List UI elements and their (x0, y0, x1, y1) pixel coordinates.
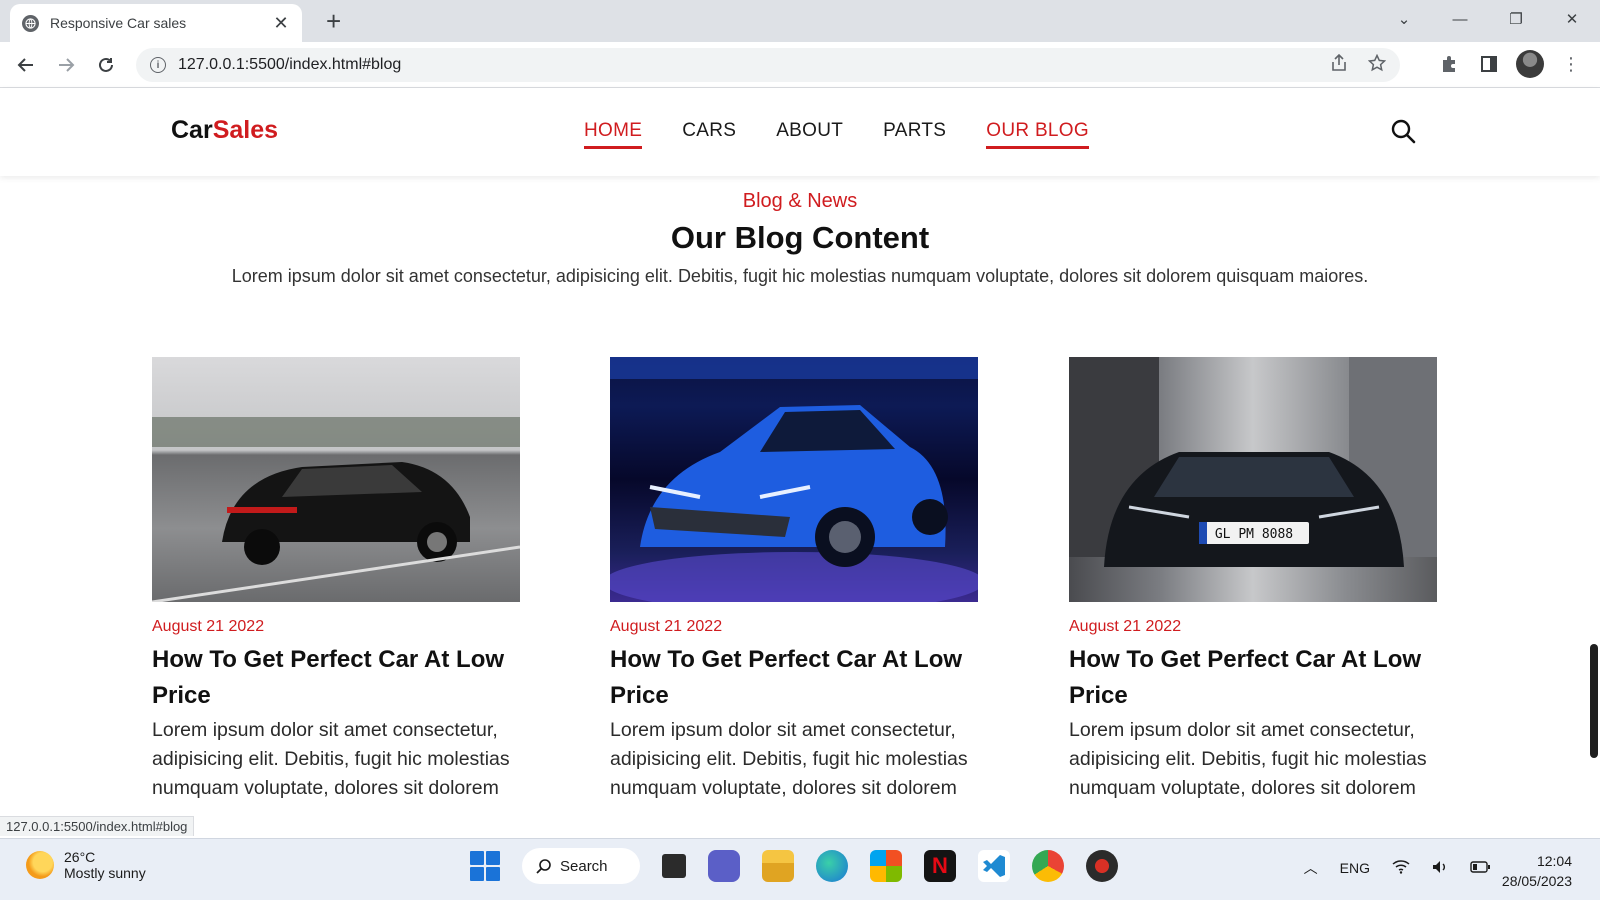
netflix-icon[interactable]: N (924, 850, 956, 882)
recording-app-icon[interactable] (1086, 850, 1118, 882)
browser-toolbar: i 127.0.0.1:5500/index.html#blog ⋮ (0, 42, 1600, 88)
logo-text-sales: Sales (212, 116, 279, 144)
section-intro: Lorem ipsum dolor sit amet consectetur, … (231, 266, 1369, 286)
new-tab-button[interactable]: + (326, 7, 341, 35)
site-header: CarSales HOME CARS ABOUT PARTS OUR BLOG (0, 88, 1600, 176)
forward-button[interactable] (52, 51, 80, 79)
blog-card[interactable]: August 21 2022 How To Get Perfect Car At… (152, 357, 520, 803)
globe-icon (22, 14, 39, 32)
post-title[interactable]: How To Get Perfect Car At Low Price (610, 642, 978, 714)
logo-text-car: Car (171, 116, 213, 144)
side-panel-icon[interactable] (1476, 51, 1502, 77)
forward-arrow-icon (59, 58, 75, 72)
blog-image-black-sedan (152, 357, 520, 602)
show-hidden-icons-chevron-icon[interactable]: ︿ (1304, 858, 1318, 878)
taskbar-search[interactable]: Search (522, 848, 640, 884)
close-tab-icon[interactable]: ✕ (272, 13, 290, 34)
close-window-button[interactable]: ✕ (1544, 10, 1600, 28)
taskbar-apps: Search N (470, 848, 1118, 884)
tab-search-icon[interactable]: ⌄ (1376, 10, 1432, 28)
search-icon (1391, 119, 1416, 144)
nav-our-blog[interactable]: OUR BLOG (986, 120, 1089, 149)
url-text: 127.0.0.1:5500/index.html#blog (178, 56, 402, 73)
edge-browser-icon[interactable] (816, 850, 848, 882)
sun-icon (26, 851, 54, 879)
profile-avatar[interactable] (1516, 50, 1544, 78)
blog-image-blue-car (610, 357, 978, 602)
vscode-icon[interactable] (978, 850, 1010, 882)
nav-cars[interactable]: CARS (682, 120, 736, 149)
site-info-icon[interactable]: i (150, 57, 166, 73)
volume-icon[interactable] (1432, 860, 1448, 877)
taskbar: 26°C Mostly sunny Search N ︿ ENG 12:04 2… (0, 838, 1600, 900)
share-icon[interactable] (1330, 53, 1348, 77)
post-excerpt: Lorem ipsum dolor sit amet consectetur, … (610, 719, 968, 799)
battery-icon[interactable] (1470, 860, 1490, 876)
reload-icon (99, 57, 113, 72)
clock-date: 28/05/2023 (1501, 873, 1572, 889)
window-controls: ⌄ — ❐ ✕ (1376, 0, 1600, 38)
main-nav: HOME CARS ABOUT PARTS OUR BLOG (584, 120, 1089, 149)
tab-title: Responsive Car sales (50, 15, 187, 31)
back-button[interactable] (12, 51, 40, 79)
blog-section: Blog & News Our Blog Content Lorem ipsum… (0, 176, 1600, 838)
file-explorer-icon[interactable] (762, 850, 794, 882)
clock-time: 12:04 (1536, 853, 1572, 869)
nav-about[interactable]: ABOUT (776, 120, 843, 149)
post-date: August 21 2022 (152, 618, 265, 635)
nav-home[interactable]: HOME (584, 120, 643, 149)
microsoft-store-icon[interactable] (870, 850, 902, 882)
blog-card[interactable]: GL PM 8088 August 21 2022 How To Get Per… (1069, 357, 1437, 803)
wifi-icon[interactable] (1392, 859, 1410, 877)
section-heading: Our Blog Content (670, 220, 930, 255)
more-menu-icon[interactable]: ⋮ (1558, 51, 1584, 77)
post-date: August 21 2022 (610, 618, 723, 635)
weather-description: Mostly sunny (64, 865, 146, 881)
reload-button[interactable] (92, 51, 120, 79)
input-language[interactable]: ENG (1340, 860, 1370, 876)
extensions-puzzle-icon[interactable] (1436, 51, 1462, 77)
blog-card[interactable]: August 21 2022 How To Get Perfect Car At… (610, 357, 978, 803)
post-excerpt: Lorem ipsum dolor sit amet consectetur, … (1069, 719, 1427, 799)
address-bar[interactable]: i 127.0.0.1:5500/index.html#blog (136, 48, 1400, 82)
post-excerpt: Lorem ipsum dolor sit amet consectetur, … (152, 719, 510, 799)
chrome-icon[interactable] (1032, 850, 1064, 882)
system-tray: ︿ ENG (1304, 858, 1490, 878)
browser-tab[interactable]: Responsive Car sales ✕ (10, 4, 302, 42)
site-logo[interactable]: CarSales (171, 116, 278, 145)
bookmark-star-icon[interactable] (1367, 53, 1387, 77)
task-view-icon[interactable] (662, 854, 686, 878)
weather-widget[interactable]: 26°C Mostly sunny (26, 849, 146, 881)
link-status-bubble: 127.0.0.1:5500/index.html#blog (0, 816, 195, 836)
minimize-button[interactable]: — (1432, 11, 1488, 28)
nav-parts[interactable]: PARTS (883, 120, 946, 149)
search-button[interactable] (1390, 118, 1416, 144)
license-plate-text: GL PM 8088 (1215, 527, 1293, 542)
post-date: August 21 2022 (1069, 618, 1182, 635)
windows-start-icon[interactable] (470, 851, 500, 881)
page-scrollbar-thumb[interactable] (1590, 644, 1598, 758)
blog-image-black-sports-car: GL PM 8088 (1069, 357, 1437, 602)
system-clock[interactable]: 12:04 28/05/2023 (1502, 851, 1572, 891)
teams-chat-icon[interactable] (708, 850, 740, 882)
post-title[interactable]: How To Get Perfect Car At Low Price (1069, 642, 1437, 714)
post-title[interactable]: How To Get Perfect Car At Low Price (152, 642, 520, 714)
search-icon (536, 859, 551, 874)
section-eyebrow: Blog & News (742, 190, 858, 212)
weather-temperature: 26°C (64, 849, 96, 865)
taskbar-search-label: Search (560, 857, 608, 875)
restore-button[interactable]: ❐ (1488, 10, 1544, 28)
back-arrow-icon (17, 58, 33, 72)
browser-tab-strip: Responsive Car sales ✕ + ⌄ — ❐ ✕ (0, 0, 1600, 42)
